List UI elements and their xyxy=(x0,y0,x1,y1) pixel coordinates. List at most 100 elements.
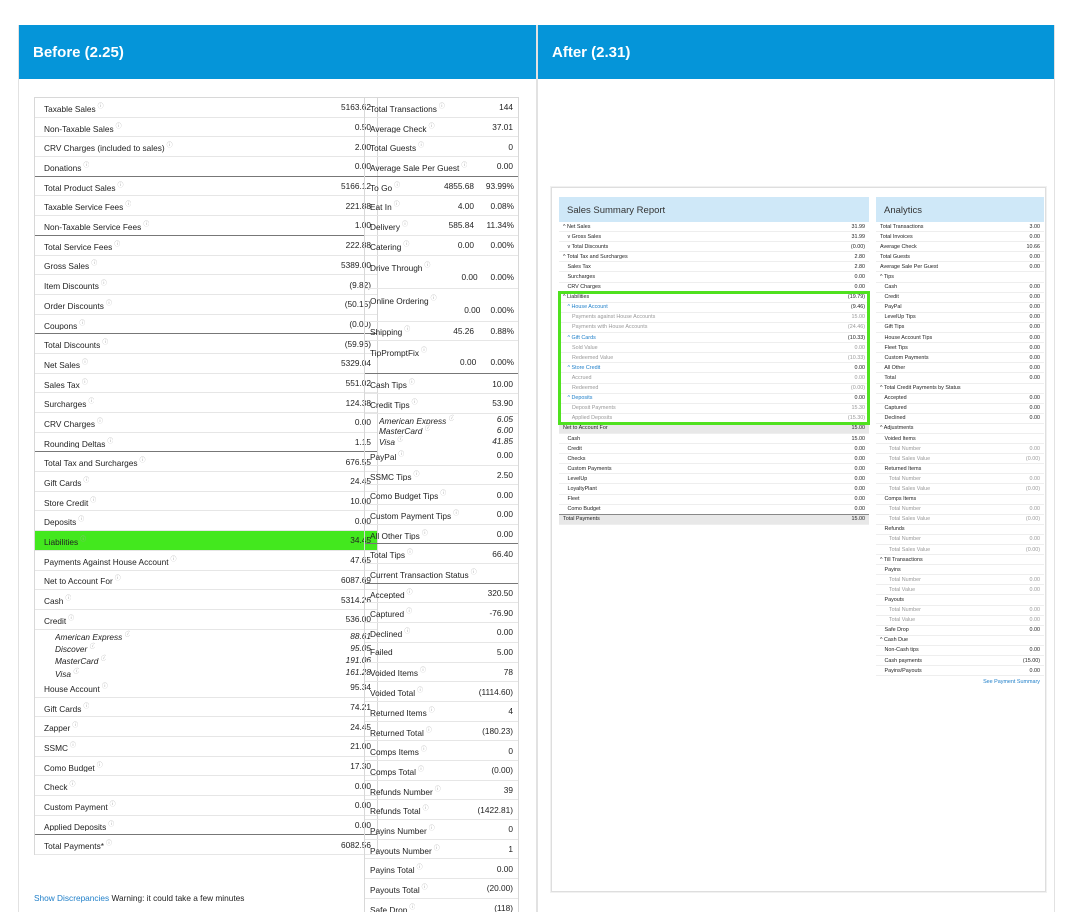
row-label: Net Sales ⓘ xyxy=(44,357,88,370)
info-icon[interactable]: ⓘ xyxy=(398,452,404,458)
info-icon[interactable]: ⓘ xyxy=(461,163,467,169)
info-icon[interactable]: ⓘ xyxy=(68,616,74,622)
info-icon[interactable]: ⓘ xyxy=(406,609,412,615)
info-icon[interactable]: ⓘ xyxy=(403,242,409,248)
info-icon[interactable]: ⓘ xyxy=(394,202,400,208)
liabilities-row-highlighted: Liabilities ⓘ 34.45 xyxy=(35,531,377,551)
info-icon[interactable]: ⓘ xyxy=(124,632,130,638)
show-discrepancies-link[interactable]: Show Discrepancies xyxy=(34,893,109,903)
info-icon[interactable]: ⓘ xyxy=(97,419,103,425)
row-label: Gift Tips xyxy=(880,324,905,331)
info-icon[interactable]: ⓘ xyxy=(114,242,120,248)
info-icon[interactable]: ⓘ xyxy=(409,905,415,911)
info-icon[interactable]: ⓘ xyxy=(139,458,145,464)
info-icon[interactable]: ⓘ xyxy=(83,478,89,484)
info-icon[interactable]: ⓘ xyxy=(421,747,427,753)
info-icon[interactable]: ⓘ xyxy=(100,656,106,662)
info-icon[interactable]: ⓘ xyxy=(397,437,403,443)
info-icon[interactable]: ⓘ xyxy=(426,728,432,734)
info-icon[interactable]: ⓘ xyxy=(80,537,86,543)
info-icon[interactable]: ⓘ xyxy=(429,124,435,130)
info-icon[interactable]: ⓘ xyxy=(83,704,89,710)
info-icon[interactable]: ⓘ xyxy=(83,163,89,169)
info-icon[interactable]: ⓘ xyxy=(421,348,427,354)
info-icon[interactable]: ⓘ xyxy=(110,802,116,808)
row-label-text: All Other Tips xyxy=(370,530,420,541)
info-icon[interactable]: ⓘ xyxy=(453,511,459,517)
info-icon[interactable]: ⓘ xyxy=(435,787,441,793)
info-icon[interactable]: ⓘ xyxy=(407,550,413,556)
info-icon[interactable]: ⓘ xyxy=(423,806,429,812)
row-label: Total Invoices xyxy=(880,233,913,240)
info-icon[interactable]: ⓘ xyxy=(97,763,103,769)
info-icon[interactable]: ⓘ xyxy=(102,340,108,346)
see-payment-summary-link[interactable]: See Payment Summary xyxy=(876,676,1044,685)
info-icon[interactable]: ⓘ xyxy=(107,439,113,445)
info-icon[interactable]: ⓘ xyxy=(82,360,88,366)
info-icon[interactable]: ⓘ xyxy=(143,222,149,228)
info-icon[interactable]: ⓘ xyxy=(414,472,420,478)
info-icon[interactable]: ⓘ xyxy=(407,590,413,596)
info-icon[interactable]: ⓘ xyxy=(412,400,418,406)
info-icon[interactable]: ⓘ xyxy=(429,826,435,832)
row-value: 15.00 xyxy=(851,516,866,523)
info-icon[interactable]: ⓘ xyxy=(171,557,177,563)
report-row: Store Credit ⓘ 10.00 xyxy=(35,492,377,512)
info-icon[interactable]: ⓘ xyxy=(434,846,440,852)
info-icon[interactable]: ⓘ xyxy=(70,743,76,749)
info-icon[interactable]: ⓘ xyxy=(72,723,78,729)
info-icon[interactable]: ⓘ xyxy=(394,183,400,189)
report-row: Total Number 0.00 xyxy=(876,474,1044,485)
info-icon[interactable]: ⓘ xyxy=(115,576,121,582)
info-icon[interactable]: ⓘ xyxy=(78,517,84,523)
info-icon[interactable]: ⓘ xyxy=(106,301,112,307)
info-icon[interactable]: ⓘ xyxy=(439,104,445,110)
info-icon[interactable]: ⓘ xyxy=(422,885,428,891)
info-icon[interactable]: ⓘ xyxy=(102,684,108,690)
info-icon[interactable]: ⓘ xyxy=(417,688,423,694)
info-icon[interactable]: ⓘ xyxy=(440,491,446,497)
info-icon[interactable]: ⓘ xyxy=(116,124,122,130)
info-icon[interactable]: ⓘ xyxy=(79,321,85,327)
info-icon[interactable]: ⓘ xyxy=(82,380,88,386)
row-label-text: Refunds Total xyxy=(370,806,421,817)
row-label: Payins xyxy=(880,566,901,573)
info-icon[interactable]: ⓘ xyxy=(418,143,424,149)
info-icon[interactable]: ⓘ xyxy=(448,416,454,422)
row-value: 0.00 xyxy=(1029,536,1041,543)
info-icon[interactable]: ⓘ xyxy=(422,531,428,537)
info-icon[interactable]: ⓘ xyxy=(420,668,426,674)
info-icon[interactable]: ⓘ xyxy=(429,708,435,714)
info-icon[interactable]: ⓘ xyxy=(424,263,430,269)
info-icon[interactable]: ⓘ xyxy=(404,327,410,333)
report-row: Safe Drop ⓘ (118) xyxy=(365,899,518,912)
info-icon[interactable]: ⓘ xyxy=(91,261,97,267)
info-icon[interactable]: ⓘ xyxy=(89,644,95,650)
info-icon[interactable]: ⓘ xyxy=(402,222,408,228)
info-icon[interactable]: ⓘ xyxy=(418,767,424,773)
row-label: Cash Tips ⓘ xyxy=(370,377,415,390)
info-icon[interactable]: ⓘ xyxy=(431,296,437,302)
info-icon[interactable]: ⓘ xyxy=(90,498,96,504)
info-icon[interactable]: ⓘ xyxy=(106,841,112,847)
info-icon[interactable]: ⓘ xyxy=(108,822,114,828)
row-value: (20.00) xyxy=(486,883,513,894)
info-icon[interactable]: ⓘ xyxy=(125,202,131,208)
info-icon[interactable]: ⓘ xyxy=(98,104,104,110)
info-icon[interactable]: ⓘ xyxy=(70,782,76,788)
row-label-text: Como Budget Tips xyxy=(370,491,439,502)
info-icon[interactable]: ⓘ xyxy=(65,596,71,602)
info-icon[interactable]: ⓘ xyxy=(417,865,423,871)
row-label-text: Como Budget xyxy=(44,762,95,773)
info-icon[interactable]: ⓘ xyxy=(404,629,410,635)
info-icon[interactable]: ⓘ xyxy=(167,143,173,149)
info-icon[interactable]: ⓘ xyxy=(73,669,79,675)
row-label: Gross Sales ⓘ xyxy=(44,258,97,271)
report-row: Surcharges 0.00 xyxy=(559,272,869,283)
info-icon[interactable]: ⓘ xyxy=(471,570,477,576)
info-icon[interactable]: ⓘ xyxy=(88,399,94,405)
info-icon[interactable]: ⓘ xyxy=(424,426,430,432)
info-icon[interactable]: ⓘ xyxy=(409,380,415,386)
info-icon[interactable]: ⓘ xyxy=(117,183,123,189)
info-icon[interactable]: ⓘ xyxy=(101,281,107,287)
